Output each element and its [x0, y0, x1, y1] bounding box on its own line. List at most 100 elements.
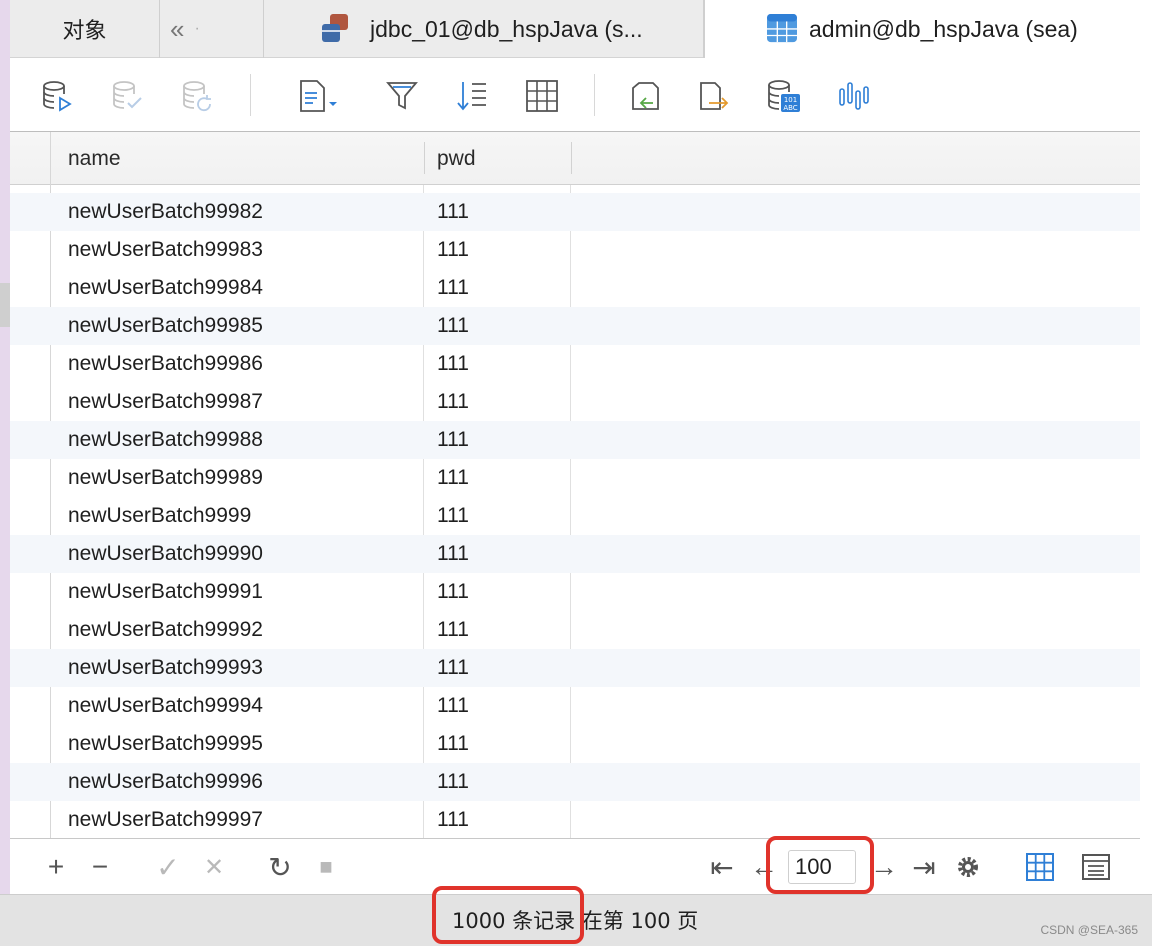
database-abc-icon: 101 ABC: [768, 80, 800, 112]
document-menu-icon: [300, 80, 337, 112]
toolbar-separator: [594, 74, 595, 116]
table-row[interactable]: newUserBatch99992 111: [10, 611, 1140, 649]
stop-button[interactable]: ■: [310, 851, 342, 883]
cell-pwd[interactable]: 111: [437, 801, 469, 838]
cell-pwd[interactable]: 111: [437, 459, 469, 497]
cell-name[interactable]: newUserBatch99994: [68, 687, 263, 725]
svg-text:ABC: ABC: [783, 104, 797, 112]
toolbar-text-menu-button[interactable]: [294, 76, 344, 116]
cell-pwd[interactable]: 111: [437, 231, 469, 269]
cell-pwd[interactable]: 111: [437, 649, 469, 687]
cell-pwd[interactable]: 111: [437, 269, 469, 307]
cell-pwd[interactable]: 111: [437, 193, 469, 231]
cell-pwd[interactable]: 111: [437, 383, 469, 421]
cell-name[interactable]: newUserBatch99982: [68, 193, 263, 231]
tab-jdbc-query[interactable]: jdbc_01@db_hspJava (s...: [264, 0, 704, 58]
table-row[interactable]: newUserBatch99989 111: [10, 459, 1140, 497]
toolbar-data-generator-button[interactable]: 101 ABC: [764, 76, 804, 116]
table-row[interactable]: newUserBatch99995 111: [10, 725, 1140, 763]
table-row[interactable]: newUserBatch99982 111: [10, 193, 1140, 231]
page-settings-button[interactable]: [952, 851, 984, 883]
column-resize-handle[interactable]: [571, 142, 572, 174]
grid-view-icon: [1026, 853, 1054, 881]
toolbar-filter-button[interactable]: [382, 76, 422, 116]
cell-pwd[interactable]: 111: [437, 611, 469, 649]
page-input-highlight: [766, 836, 874, 894]
cell-name[interactable]: newUserBatch99991: [68, 573, 263, 611]
table-row[interactable]: newUserBatch99997 111: [10, 801, 1140, 838]
delete-record-button[interactable]: −: [84, 851, 116, 883]
toolbar-chart-button[interactable]: [834, 76, 874, 116]
minus-icon: −: [91, 851, 109, 882]
table-row[interactable]: newUserBatch99996 111: [10, 763, 1140, 801]
table-row[interactable]: newUserBatch99984 111: [10, 269, 1140, 307]
cell-pwd[interactable]: 111: [437, 307, 469, 345]
table-row[interactable]: newUserBatch99983 111: [10, 231, 1140, 269]
first-page-button[interactable]: ⇤: [706, 851, 738, 883]
cell-pwd[interactable]: 111: [437, 345, 469, 383]
column-header-pwd[interactable]: pwd: [437, 132, 476, 185]
toolbar-begin-transaction-button[interactable]: [38, 76, 78, 116]
table-row[interactable]: newUserBatch9999 111: [10, 497, 1140, 535]
toolbar-sort-button[interactable]: [452, 76, 492, 116]
table-row[interactable]: newUserBatch99986 111: [10, 345, 1140, 383]
cell-name[interactable]: newUserBatch99984: [68, 269, 263, 307]
database-check-icon: [113, 81, 142, 109]
refresh-icon: ↻: [268, 851, 292, 883]
database-run-icon: [43, 81, 72, 112]
sort-icon: [457, 82, 486, 111]
cell-pwd[interactable]: 111: [437, 725, 469, 763]
cell-pwd[interactable]: 111: [437, 497, 469, 535]
chevrons-left-icon: «: [170, 13, 185, 44]
cell-pwd[interactable]: 111: [437, 687, 469, 725]
cell-name[interactable]: newUserBatch99983: [68, 231, 263, 269]
cell-pwd[interactable]: 111: [437, 573, 469, 611]
table-row[interactable]: newUserBatch99991 111: [10, 573, 1140, 611]
export-icon: [700, 82, 729, 110]
toolbar-commit-button[interactable]: [108, 76, 148, 116]
tab-nav-back[interactable]: « ·: [160, 0, 264, 58]
toolbar-export-button[interactable]: [694, 76, 734, 116]
tab-objects[interactable]: 对象: [10, 0, 160, 58]
table-row[interactable]: newUserBatch99990 111: [10, 535, 1140, 573]
toolbar-rollback-button[interactable]: [178, 76, 218, 116]
cell-name[interactable]: newUserBatch99989: [68, 459, 263, 497]
toolbar-grid-view-button[interactable]: [522, 76, 562, 116]
cell-name[interactable]: newUserBatch99993: [68, 649, 263, 687]
column-header-name[interactable]: name: [68, 132, 121, 185]
toolbar: 101 ABC: [10, 58, 1140, 132]
tab-admin-table[interactable]: admin@db_hspJava (sea): [704, 0, 1152, 59]
grid-view-toggle[interactable]: [1024, 851, 1056, 883]
form-view-toggle[interactable]: [1080, 851, 1112, 883]
window-left-edge: [0, 0, 10, 946]
cell-name[interactable]: newUserBatch99997: [68, 801, 263, 838]
table-row[interactable]: newUserBatch99987 111: [10, 383, 1140, 421]
discard-changes-button[interactable]: ✕: [198, 851, 230, 883]
refresh-button[interactable]: ↻: [264, 851, 296, 883]
toolbar-import-button[interactable]: [624, 76, 664, 116]
cell-name[interactable]: newUserBatch99996: [68, 763, 263, 801]
arrow-right-icon: →: [870, 851, 898, 882]
cell-name[interactable]: newUserBatch99990: [68, 535, 263, 573]
cell-name[interactable]: newUserBatch99988: [68, 421, 263, 459]
table-row[interactable]: newUserBatch99994 111: [10, 687, 1140, 725]
table-row[interactable]: newUserBatch99985 111: [10, 307, 1140, 345]
cell-name[interactable]: newUserBatch99986: [68, 345, 263, 383]
cell-name[interactable]: newUserBatch9999: [68, 497, 251, 535]
last-page-button[interactable]: ⇥: [908, 851, 940, 883]
apply-changes-button[interactable]: ✓: [152, 851, 184, 883]
table-row[interactable]: newUserBatch99988 111: [10, 421, 1140, 459]
grid-icon: [526, 80, 558, 112]
cell-name[interactable]: newUserBatch99985: [68, 307, 263, 345]
cell-name[interactable]: newUserBatch99987: [68, 383, 263, 421]
cell-name[interactable]: newUserBatch99995: [68, 725, 263, 763]
cell-pwd[interactable]: 111: [437, 535, 469, 573]
column-resize-handle[interactable]: [424, 142, 425, 174]
filter-icon: [386, 82, 418, 110]
cell-pwd[interactable]: 111: [437, 763, 469, 801]
cell-pwd[interactable]: 111: [437, 421, 469, 459]
add-record-button[interactable]: +: [40, 851, 72, 883]
table-row[interactable]: newUserBatch99993 111: [10, 649, 1140, 687]
data-grid[interactable]: name pwd newUserBatch99982 111 newUserBat…: [10, 132, 1140, 838]
cell-name[interactable]: newUserBatch99992: [68, 611, 263, 649]
